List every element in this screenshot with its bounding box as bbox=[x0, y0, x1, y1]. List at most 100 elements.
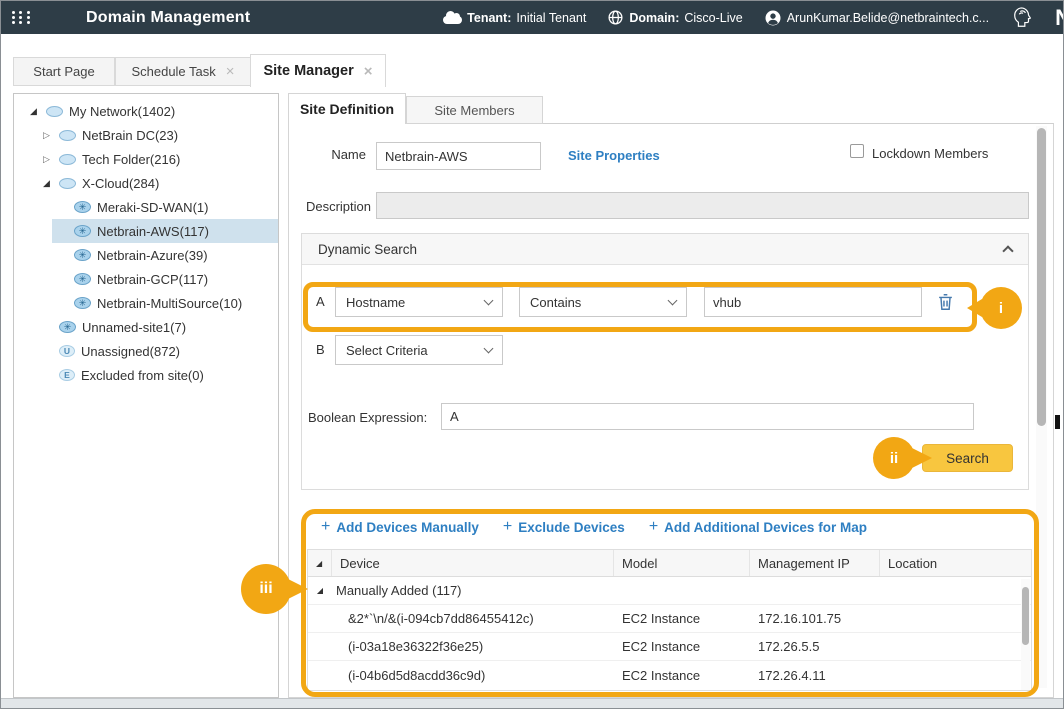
tree-item-netbrain-dc[interactable]: ▷ NetBrain DC(23) bbox=[14, 123, 278, 147]
lockdown-members-label: Lockdown Members bbox=[872, 146, 988, 161]
boolean-expression-label: Boolean Expression: bbox=[308, 410, 427, 425]
device-row[interactable]: (i-03a18e36322f36e25) EC2 Instance 172.2… bbox=[308, 633, 1031, 661]
expander-collapsed-icon[interactable]: ▷ bbox=[43, 130, 57, 141]
tab-start-page[interactable]: Start Page bbox=[13, 57, 115, 86]
tab-label: Site Members bbox=[434, 103, 514, 118]
field-select-b[interactable]: Select Criteria bbox=[335, 335, 503, 365]
user-group[interactable]: ArunKumar.Belide@netbraintech.c... bbox=[764, 9, 989, 27]
chevron-down-icon bbox=[668, 295, 678, 305]
device-group-row[interactable]: ◢ Manually Added (117) bbox=[308, 577, 1031, 605]
criteria-row-key-b: B bbox=[316, 342, 325, 357]
collapse-chevron-icon[interactable] bbox=[1002, 245, 1013, 256]
close-icon[interactable]: × bbox=[226, 64, 235, 79]
tab-site-members[interactable]: Site Members bbox=[406, 96, 543, 124]
name-label: Name bbox=[288, 147, 366, 162]
lockdown-members-checkbox[interactable] bbox=[850, 144, 864, 158]
tree-item-label: X-Cloud(284) bbox=[82, 176, 159, 191]
dynamic-search-title: Dynamic Search bbox=[318, 242, 417, 257]
tree-item-excluded-from-site[interactable]: E Excluded from site(0) bbox=[14, 363, 278, 387]
site-properties-link[interactable]: Site Properties bbox=[568, 148, 660, 163]
splitter-handle[interactable] bbox=[1055, 415, 1060, 429]
user-icon bbox=[764, 9, 782, 27]
device-model: EC2 Instance bbox=[614, 639, 750, 654]
chevron-down-icon bbox=[484, 343, 494, 353]
operator-select-value: Contains bbox=[530, 295, 581, 310]
cloud-icon bbox=[59, 178, 76, 189]
plus-icon: + bbox=[503, 518, 512, 536]
column-location[interactable]: Location bbox=[880, 550, 1031, 576]
tree-item-unassigned[interactable]: UUnassigned(872) bbox=[14, 339, 278, 363]
column-management-ip[interactable]: Management IP bbox=[750, 550, 880, 576]
panel-scrollbar-thumb[interactable] bbox=[1037, 128, 1046, 426]
domain-group[interactable]: Domain: Cisco-Live bbox=[607, 9, 742, 26]
site-icon: ✳ bbox=[74, 225, 91, 237]
app-menu-icon[interactable] bbox=[11, 8, 31, 28]
link-label: Exclude Devices bbox=[518, 520, 625, 535]
device-table: ◢ Device Model Management IP Location ◢ … bbox=[307, 549, 1032, 691]
tree-item-netbrain-aws[interactable]: ✳ Netbrain-AWS(117) bbox=[14, 219, 278, 243]
site-detail-panel: Site Definition Site Members Name Site P… bbox=[288, 93, 1054, 698]
tree-item-label: NetBrain DC(23) bbox=[82, 128, 178, 143]
tree-item-x-cloud[interactable]: ◢ X-Cloud(284) bbox=[14, 171, 278, 195]
close-icon[interactable]: × bbox=[364, 64, 373, 79]
tree-item-label: Netbrain-Azure(39) bbox=[97, 248, 208, 263]
criteria-value-input-a[interactable] bbox=[704, 287, 922, 317]
tree-item-netbrain-multisource[interactable]: ✳Netbrain-MultiSource(10) bbox=[14, 291, 278, 315]
expander-collapsed-icon[interactable]: ▷ bbox=[43, 154, 57, 165]
add-additional-devices-link[interactable]: + Add Additional Devices for Map bbox=[649, 518, 867, 536]
device-model: EC2 Instance bbox=[614, 668, 750, 683]
site-tree-panel: ◢ My Network(1402) ▷ NetBrain DC(23) ▷ T… bbox=[13, 93, 279, 698]
tree-item-label: My Network(1402) bbox=[69, 104, 175, 119]
operator-select-a[interactable]: Contains bbox=[519, 287, 687, 317]
field-select-value: Select Criteria bbox=[346, 343, 428, 358]
expander-expanded-icon[interactable]: ◢ bbox=[43, 178, 57, 189]
tab-site-definition[interactable]: Site Definition bbox=[288, 93, 406, 124]
unassigned-icon: U bbox=[59, 345, 75, 357]
site-name-input[interactable] bbox=[376, 142, 541, 170]
tenant-cloud-icon bbox=[443, 16, 462, 24]
expander-expanded-icon[interactable]: ◢ bbox=[30, 106, 44, 117]
tree-item-netbrain-gcp[interactable]: ✳Netbrain-GCP(117) bbox=[14, 267, 278, 291]
device-row[interactable]: &2*`\n/&(i-094cb7dd86455412c) EC2 Instan… bbox=[308, 605, 1031, 633]
description-input bbox=[376, 192, 1029, 219]
callout-label: i bbox=[999, 300, 1003, 317]
callout-iii: iii bbox=[241, 564, 291, 614]
exclude-devices-link[interactable]: + Exclude Devices bbox=[503, 518, 625, 536]
dynamic-search-header[interactable]: Dynamic Search bbox=[302, 234, 1028, 265]
field-select-a[interactable]: Hostname bbox=[335, 287, 503, 317]
delete-criteria-icon[interactable] bbox=[936, 292, 955, 312]
table-scrollbar-thumb[interactable] bbox=[1022, 587, 1029, 645]
panel-scrollbar[interactable] bbox=[1036, 126, 1047, 688]
device-ip: 172.26.4.11 bbox=[750, 668, 880, 683]
site-icon: ✳ bbox=[59, 321, 76, 333]
link-label: Add Devices Manually bbox=[336, 520, 479, 535]
tree-item-my-network[interactable]: ◢ My Network(1402) bbox=[14, 99, 278, 123]
tree-item-meraki-sd-wan[interactable]: ✳Meraki-SD-WAN(1) bbox=[14, 195, 278, 219]
tenant-group[interactable]: Tenant: Initial Tenant bbox=[443, 11, 586, 25]
collapse-all-icon[interactable]: ◢ bbox=[308, 550, 332, 576]
column-device[interactable]: Device bbox=[332, 550, 614, 576]
group-expander-icon[interactable]: ◢ bbox=[308, 586, 332, 595]
tab-site-manager[interactable]: Site Manager × bbox=[250, 54, 386, 87]
add-devices-manually-link[interactable]: + Add Devices Manually bbox=[321, 518, 479, 536]
tree-item-unnamed-site1[interactable]: ✳Unnamed-site1(7) bbox=[14, 315, 278, 339]
tab-schedule-task[interactable]: Schedule Task × bbox=[115, 57, 251, 86]
search-button[interactable]: Search bbox=[922, 444, 1013, 472]
table-scrollbar[interactable] bbox=[1021, 579, 1030, 690]
tree-item-tech-folder[interactable]: ▷ Tech Folder(216) bbox=[14, 147, 278, 171]
ai-assistant-icon[interactable] bbox=[1012, 6, 1034, 30]
boolean-expression-input[interactable] bbox=[441, 403, 974, 430]
column-model[interactable]: Model bbox=[614, 550, 750, 576]
callout-i: i bbox=[980, 287, 1022, 329]
field-select-value: Hostname bbox=[346, 295, 405, 310]
site-icon: ✳ bbox=[74, 201, 91, 213]
device-ip: 172.26.5.5 bbox=[750, 639, 880, 654]
device-row[interactable]: (i-04b6d5d8acdd36c9d) EC2 Instance 172.2… bbox=[308, 661, 1031, 689]
cloud-icon bbox=[59, 130, 76, 141]
tree-item-label: Netbrain-AWS(117) bbox=[97, 224, 209, 239]
user-email: ArunKumar.Belide@netbraintech.c... bbox=[787, 11, 989, 25]
link-label: Add Additional Devices for Map bbox=[664, 520, 867, 535]
tree-item-label: Excluded from site(0) bbox=[81, 368, 204, 383]
excluded-icon: E bbox=[59, 369, 75, 381]
tree-item-netbrain-azure[interactable]: ✳Netbrain-Azure(39) bbox=[14, 243, 278, 267]
